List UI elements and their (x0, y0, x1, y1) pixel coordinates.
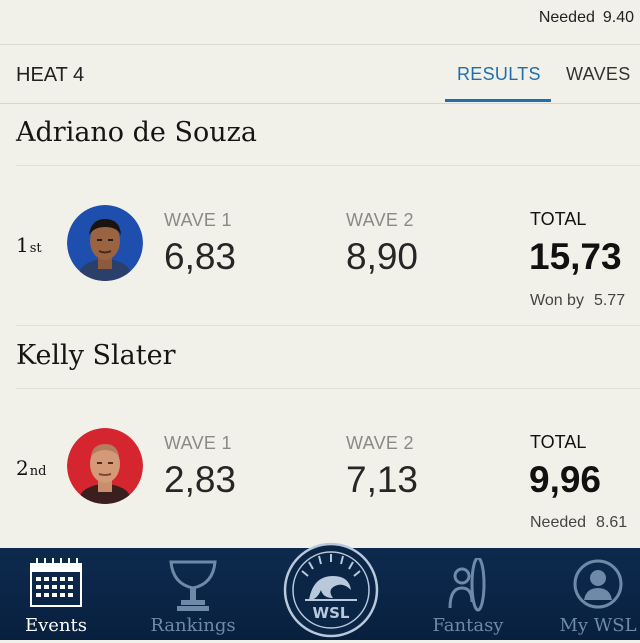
divider (16, 165, 640, 166)
note-value: 8.61 (596, 514, 628, 531)
surfer-name[interactable]: Adriano de Souza (16, 117, 257, 148)
wave1-label: WAVE 1 (164, 210, 232, 230)
wave2-score: 8,90 (346, 236, 419, 277)
won-by-note: Won by 5.77 (530, 292, 625, 310)
wsl-logo-icon: WSL (283, 542, 379, 638)
wave2-label: WAVE 2 (346, 433, 414, 453)
total-score: 15,73 (529, 236, 622, 277)
avatar-image (67, 428, 143, 504)
nav-rankings[interactable]: Rankings (133, 548, 253, 640)
nav-rankings-label: Rankings (150, 615, 236, 636)
avatar[interactable] (67, 428, 143, 504)
place-number: 2 (16, 456, 29, 480)
nav-fantasy[interactable]: Fantasy (408, 548, 528, 640)
nav-fantasy-label: Fantasy (432, 615, 504, 636)
wave1-score: 6,83 (164, 236, 237, 277)
tab-waves[interactable]: WAVES (566, 64, 631, 85)
avatar[interactable] (67, 205, 143, 281)
place-rank: 1st (16, 233, 42, 257)
note-label: Needed (530, 514, 587, 531)
surfer-icon (408, 558, 528, 618)
wave1-score: 2,83 (164, 459, 237, 500)
top-status-bar: Needed 9.40 (0, 0, 640, 45)
heat-header: HEAT 4 RESULTS WAVES (0, 45, 640, 104)
nav-events-label: Events (24, 615, 88, 636)
nav-my-wsl[interactable]: My WSL (538, 548, 640, 640)
total-label: TOTAL (530, 209, 587, 229)
needed-value: 9.40 (602, 9, 634, 26)
needed-label: Needed (538, 9, 595, 26)
wave1-label: WAVE 1 (164, 433, 232, 453)
nav-my-wsl-label: My WSL (559, 615, 637, 636)
place-suffix: nd (29, 464, 47, 479)
calendar-icon (0, 558, 116, 618)
place-number: 1 (16, 233, 29, 257)
wsl-logo-text: WSL (313, 604, 350, 622)
note-value: 5.77 (593, 292, 626, 309)
wave2-label: WAVE 2 (346, 210, 414, 230)
heat-title: HEAT 4 (16, 64, 85, 86)
nav-events[interactable]: Events (0, 548, 116, 640)
divider (16, 388, 640, 389)
active-tab-indicator (445, 99, 551, 102)
place-rank: 2nd (16, 456, 46, 480)
profile-icon (538, 558, 640, 618)
trophy-icon (133, 558, 253, 618)
wave2-score: 7,13 (346, 459, 419, 500)
surfer-name[interactable]: Kelly Slater (16, 340, 176, 371)
needed-indicator: Needed 9.40 (539, 9, 634, 27)
needed-note: Needed 8.61 (530, 514, 627, 532)
avatar-image (67, 205, 143, 281)
total-label: TOTAL (530, 432, 587, 452)
place-suffix: st (29, 241, 42, 256)
note-label: Won by (530, 292, 584, 309)
divider (16, 325, 640, 326)
wsl-logo-button[interactable]: WSL (283, 542, 379, 638)
tab-results[interactable]: RESULTS (457, 64, 541, 85)
total-score: 9,96 (529, 459, 602, 500)
